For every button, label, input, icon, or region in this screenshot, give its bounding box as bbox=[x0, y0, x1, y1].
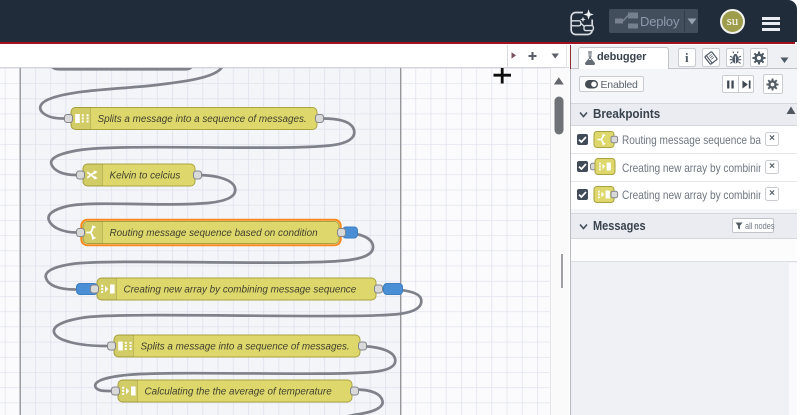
svg-text:Routing message sequence based: Routing message sequence based on condit… bbox=[110, 228, 319, 239]
svg-text:Calculating the the average of: Calculating the the average of temperatu… bbox=[145, 387, 333, 398]
svg-text:Splits a message into a sequen: Splits a message into a sequence of mess… bbox=[98, 114, 307, 125]
svg-text:Creating new array by combinin: Creating new array by combining message … bbox=[124, 285, 357, 296]
svg-text:Splits a message into a sequen: Splits a message into a sequence of mess… bbox=[141, 342, 350, 353]
svg-text:Kelvin to celcius: Kelvin to celcius bbox=[110, 171, 181, 182]
